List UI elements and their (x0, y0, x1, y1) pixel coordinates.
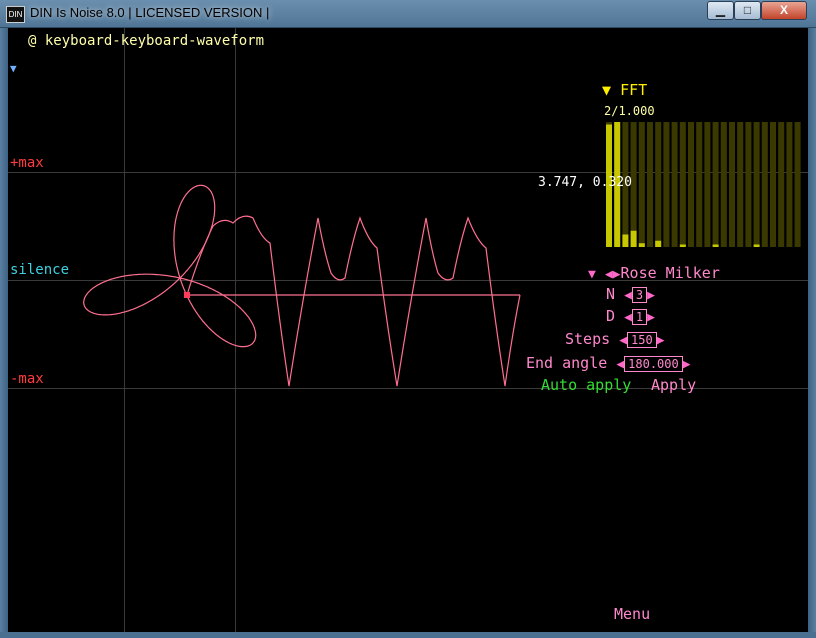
fft-bar-background (729, 122, 735, 247)
n-value-field[interactable]: 3 (631, 286, 648, 303)
fft-header[interactable]: ▼ FFT (602, 81, 647, 99)
fft-bar-background (720, 122, 727, 247)
prev-arrow-icon[interactable]: ◀▶ (605, 267, 621, 282)
fft-bar (712, 244, 719, 247)
rose-milker-title: Rose Milker (620, 264, 720, 282)
editor-graphics[interactable] (8, 28, 808, 632)
increase-arrow-icon[interactable]: ▶ (657, 333, 665, 348)
fft-bar (622, 234, 629, 247)
fft-bar (753, 244, 760, 247)
title-bar[interactable]: DIN DIN Is Noise 8.0 | LICENSED VERSION … (0, 0, 816, 28)
app-window: DIN DIN Is Noise 8.0 | LICENSED VERSION … (0, 0, 816, 638)
field-label: End angle (526, 354, 608, 372)
auto-apply-toggle[interactable]: Auto apply (541, 376, 631, 394)
window-title: DIN Is Noise 8.0 | LICENSED VERSION | (30, 5, 270, 20)
app-icon: DIN (6, 6, 25, 23)
fft-bar-background (753, 122, 760, 247)
silence-label: silence (10, 262, 70, 278)
menu-button[interactable]: Menu (614, 605, 650, 623)
waveform-editor-canvas[interactable]: @ keyboard-keyboard-waveform ▼ +max sile… (8, 28, 808, 632)
fft-title: FFT (620, 81, 648, 99)
field-label: Steps (565, 330, 611, 348)
fft-caption: 2/1.000 (604, 104, 655, 118)
window-frame-right (808, 28, 816, 638)
fft-bar-background (688, 122, 694, 247)
decrease-arrow-icon[interactable]: ◀ (624, 288, 632, 303)
increase-arrow-icon[interactable]: ▶ (683, 357, 691, 372)
field-d: D ◀ 1 ▶ (606, 307, 655, 325)
fft-bar-background (786, 122, 793, 247)
field-n: N ◀▶3▶ (606, 285, 655, 303)
maximize-button[interactable]: □ (734, 1, 761, 20)
fft-bar-background (704, 122, 711, 247)
minimize-button[interactable]: ▁ (707, 1, 734, 20)
field-end-angle: End angle ◀ 180.000 ▶ (526, 354, 691, 372)
fft-bar-background (663, 122, 670, 247)
fft-bar-background (712, 122, 719, 247)
instrument-label: @ keyboard-keyboard-waveform (28, 33, 265, 49)
decrease-arrow-icon[interactable]: ◀ (624, 310, 632, 325)
d-value-field[interactable]: 1 (631, 308, 648, 325)
fft-bar-background (745, 122, 752, 247)
close-button[interactable]: X (761, 1, 807, 20)
fft-bar-background (671, 122, 678, 247)
fft-collapse-arrow-icon[interactable]: ▼ (602, 81, 611, 99)
collapse-arrow-icon[interactable]: ▼ (588, 267, 596, 282)
field-steps: Steps ◀ 150 ▶ (565, 330, 665, 348)
steps-value-field[interactable]: 150 (627, 331, 657, 348)
fft-bar-background (696, 122, 703, 247)
end-angle-value-field[interactable]: 180.000 (624, 355, 683, 372)
selected-vertex-handle[interactable] (184, 292, 190, 298)
decrease-arrow-icon[interactable]: ◀ (619, 333, 627, 348)
fft-bar-background (770, 122, 776, 247)
collapse-arrow-icon[interactable]: ▼ (10, 62, 17, 75)
fft-bar (630, 230, 637, 247)
fft-bar-background (778, 122, 785, 247)
window-frame-bottom (0, 632, 816, 638)
decrease-arrow-icon[interactable]: ◀ (616, 357, 624, 372)
min-label: -max (10, 371, 44, 387)
fft-bar (638, 243, 645, 247)
fft-bar (679, 244, 686, 247)
rose-milker-header[interactable]: ▼ ◀▶Rose Milker (588, 264, 720, 282)
fft-bar (655, 240, 662, 247)
fft-bar-background (638, 122, 645, 247)
increase-arrow-icon[interactable]: ▶ (647, 288, 655, 303)
fft-bar-background (647, 122, 653, 247)
fft-bar-background (655, 122, 662, 247)
max-label: +max (10, 155, 44, 171)
increase-arrow-icon[interactable]: ▶ (647, 310, 655, 325)
window-frame-left (0, 28, 8, 638)
coordinate-readout: 3.747, 0.320 (538, 175, 632, 190)
field-label: D (606, 307, 616, 325)
rose-curve[interactable] (83, 184, 257, 348)
fft-bar-background (794, 122, 801, 247)
field-label: N (606, 285, 616, 303)
fft-bar-chart (606, 122, 801, 247)
waveform-curve[interactable] (186, 215, 521, 387)
fft-bar-background (761, 122, 768, 247)
apply-button[interactable]: Apply (651, 376, 696, 394)
fft-bar-background (737, 122, 744, 247)
fft-bar-background (679, 122, 686, 247)
